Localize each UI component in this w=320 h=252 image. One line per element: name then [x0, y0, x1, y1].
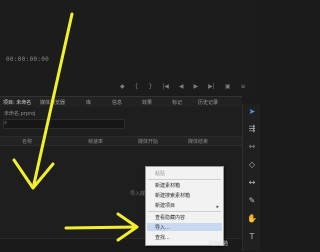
tab-project[interactable]: 项目: 未命名	[0, 99, 34, 109]
pen-tool-icon[interactable]: ✎	[247, 196, 257, 206]
mark-out-icon[interactable]: }	[148, 83, 152, 92]
tab-libraries[interactable]: 库	[86, 99, 91, 106]
marker-icon[interactable]: ◆	[120, 83, 125, 92]
slip-tool-icon[interactable]: ↔	[247, 178, 257, 188]
transport-controls: ◆ { } |◀ ◀ ▶ ▶| ▣ ≡	[120, 83, 246, 92]
export-frame-icon[interactable]: ▣	[225, 83, 231, 92]
column-media-start[interactable]: 媒体开始	[138, 138, 158, 145]
go-to-in-icon[interactable]: |◀	[162, 83, 169, 92]
selection-tool-icon[interactable]: ➤	[247, 107, 257, 117]
play-icon[interactable]: ▶	[194, 83, 199, 92]
program-monitor	[0, 0, 259, 95]
column-header: 名称 帧速率 媒体开始 媒体结束	[0, 136, 242, 146]
search-input[interactable]	[3, 119, 125, 129]
menu-item-import[interactable]: 导入...	[155, 224, 170, 231]
tools-panel: ➤ ⇶ ⇿ ◇ ↔ ✎ ✋ T	[242, 104, 260, 251]
tab-history[interactable]: 历史记录	[198, 99, 218, 106]
settings-icon[interactable]: ≡	[240, 83, 245, 92]
menu-divider	[148, 211, 221, 212]
track-select-tool-icon[interactable]: ⇶	[247, 124, 257, 134]
submenu-arrow-icon: ▸	[216, 204, 219, 210]
search-icon: ⌕	[4, 119, 8, 126]
tab-markers[interactable]: 标记	[172, 99, 182, 106]
ripple-edit-tool-icon[interactable]: ⇿	[247, 142, 257, 152]
razor-tool-icon[interactable]: ◇	[247, 160, 257, 170]
timecode[interactable]: 00:00:00:00	[6, 56, 49, 63]
tab-info[interactable]: 信息	[112, 99, 122, 106]
context-menu: 粘贴 新建素材箱 新建搜索素材箱 新建项目 ▸ 查看隐藏内容 导入... 查找.…	[145, 166, 224, 246]
menu-item-new-item[interactable]: 新建项目	[155, 202, 175, 209]
go-to-out-icon[interactable]: ▶|	[208, 83, 215, 92]
column-media-end[interactable]: 媒体结束	[188, 138, 208, 145]
column-name[interactable]: 名称	[22, 138, 32, 145]
tab-effects[interactable]: 效果	[142, 99, 152, 106]
watermark: 百度经验	[208, 241, 229, 247]
mark-in-icon[interactable]: {	[135, 83, 139, 92]
project-file-name: 未命名.prproj	[4, 111, 36, 117]
hand-tool-icon[interactable]: ✋	[247, 214, 257, 224]
menu-divider	[148, 179, 221, 180]
tab-media-browser[interactable]: 媒体浏览器	[40, 99, 65, 106]
menu-item-new-search-bin[interactable]: 新建搜索素材箱	[155, 192, 190, 199]
menu-item-paste[interactable]: 粘贴	[155, 170, 165, 177]
menu-item-find[interactable]: 查找...	[155, 234, 170, 241]
menu-item-new-bin[interactable]: 新建素材箱	[155, 182, 180, 189]
menu-item-view-hidden[interactable]: 查看隐藏内容	[155, 214, 185, 221]
column-frame-rate[interactable]: 帧速率	[88, 138, 103, 145]
step-back-icon[interactable]: ◀	[179, 83, 184, 92]
type-tool-icon[interactable]: T	[247, 232, 257, 242]
